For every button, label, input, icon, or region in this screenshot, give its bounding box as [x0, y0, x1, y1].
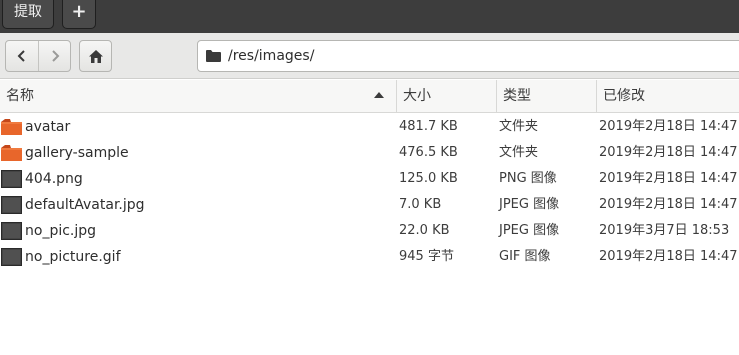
chevron-right-icon: [51, 50, 59, 62]
folder-icon: [206, 50, 221, 62]
file-modified: 2019年2月18日 14:47: [599, 145, 738, 160]
file-row[interactable]: avatar 481.7 KB 文件夹 2019年2月18日 14:47: [0, 114, 739, 140]
file-name: no_picture.gif: [25, 249, 121, 265]
column-header-modified[interactable]: 已修改: [596, 80, 739, 113]
file-type: 文件夹: [499, 119, 539, 134]
file-name: defaultAvatar.jpg: [25, 197, 145, 213]
chevron-left-icon: [17, 50, 25, 62]
file-name: avatar: [25, 119, 71, 135]
file-size: 481.7 KB: [399, 119, 458, 134]
navigation-buttons: [5, 40, 71, 72]
file-type: PNG 图像: [499, 171, 557, 186]
image-file-icon: [1, 222, 22, 240]
file-row[interactable]: no_picture.gif 945 字节 GIF 图像 2019年2月18日 …: [0, 244, 739, 270]
toolbar: /res/images/: [0, 33, 739, 79]
file-row[interactable]: no_pic.jpg 22.0 KB JPEG 图像 2019年3月7日 18:…: [0, 218, 739, 244]
image-file-icon: [1, 248, 22, 266]
column-header-row: 名称 大小 类型 已修改: [0, 80, 739, 113]
header-bar: 提取 +: [0, 0, 739, 33]
file-row[interactable]: gallery-sample 476.5 KB 文件夹 2019年2月18日 1…: [0, 140, 739, 166]
image-file-icon: [1, 170, 22, 188]
back-button[interactable]: [6, 41, 38, 71]
file-type: JPEG 图像: [499, 223, 560, 238]
home-icon: [88, 49, 103, 63]
file-list: avatar 481.7 KB 文件夹 2019年2月18日 14:47 gal…: [0, 114, 739, 270]
file-modified: 2019年2月18日 14:47: [599, 197, 738, 212]
image-file-icon: [1, 196, 22, 214]
file-size: 476.5 KB: [399, 145, 458, 160]
sort-ascending-icon[interactable]: [374, 92, 384, 98]
file-modified: 2019年2月18日 14:47: [599, 249, 738, 264]
extract-button[interactable]: 提取: [2, 0, 54, 29]
file-modified: 2019年2月18日 14:47: [599, 119, 738, 134]
column-header-name[interactable]: 名称: [0, 80, 396, 113]
file-type: 文件夹: [499, 145, 539, 160]
folder-icon: [1, 145, 22, 161]
add-tab-button[interactable]: +: [62, 0, 96, 29]
faded-breadcrumb: [118, 44, 188, 68]
column-header-size[interactable]: 大小: [396, 80, 496, 113]
file-size: 7.0 KB: [399, 197, 442, 212]
folder-icon: [1, 119, 22, 135]
home-button[interactable]: [79, 40, 112, 72]
file-name: 404.png: [25, 171, 83, 187]
file-type: GIF 图像: [499, 249, 551, 264]
file-size: 945 字节: [399, 249, 454, 264]
location-bar[interactable]: /res/images/: [197, 40, 739, 72]
file-row[interactable]: 404.png 125.0 KB PNG 图像 2019年2月18日 14:47: [0, 166, 739, 192]
file-name: gallery-sample: [25, 145, 129, 161]
file-modified: 2019年3月7日 18:53: [599, 223, 730, 238]
location-path: /res/images/: [228, 48, 315, 64]
column-header-type[interactable]: 类型: [496, 80, 596, 113]
file-name: no_pic.jpg: [25, 223, 97, 239]
file-size: 125.0 KB: [399, 171, 458, 186]
file-type: JPEG 图像: [499, 197, 560, 212]
file-size: 22.0 KB: [399, 223, 450, 238]
file-modified: 2019年2月18日 14:47: [599, 171, 738, 186]
forward-button[interactable]: [38, 41, 70, 71]
file-row[interactable]: defaultAvatar.jpg 7.0 KB JPEG 图像 2019年2月…: [0, 192, 739, 218]
